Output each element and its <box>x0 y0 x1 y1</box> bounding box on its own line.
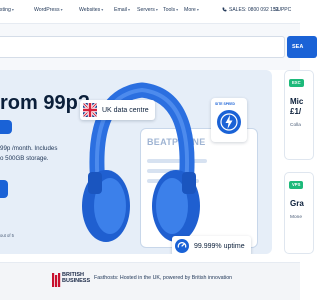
rating-text: out of 5 <box>0 233 14 238</box>
site-speed-card: SITE SPEED <box>211 98 247 142</box>
sales-phone-link[interactable]: SALES: 0800 092 151 <box>222 7 279 13</box>
chevron-down-icon: ▾ <box>155 7 158 12</box>
search-button[interactable]: SEA <box>287 36 317 58</box>
hero-price-tag <box>0 120 12 134</box>
chevron-down-icon: ▾ <box>196 7 199 12</box>
card-price: £1/ <box>290 107 302 116</box>
site-speed-label: SITE SPEED <box>215 102 235 106</box>
speed-circle <box>217 110 241 134</box>
chevron-down-icon: ▾ <box>101 7 104 12</box>
chevron-down-icon: ▾ <box>11 7 14 12</box>
nav-item-websites[interactable]: Websites▾ <box>79 7 103 13</box>
card-subtitle: Mone <box>290 215 302 220</box>
product-card-microsoft[interactable]: EXC Mic £1/ Colla <box>284 70 314 160</box>
search-section: SEA <box>0 24 317 70</box>
card-tag: VPS <box>289 181 304 189</box>
top-navigation: osting▾ WordPress▾ Websites▾ Email▾ Serv… <box>0 0 300 24</box>
phone-icon <box>222 7 227 12</box>
nav-item-email[interactable]: Email▾ <box>114 7 130 13</box>
footer-tagline: Fasthosts: Hosted in the UK, powered by … <box>94 275 233 281</box>
nav-item-more[interactable]: More▾ <box>184 7 199 13</box>
lightning-icon <box>220 113 238 131</box>
product-card-vps[interactable]: VPS Gra Mone <box>284 172 314 254</box>
british-business-strip: BRITISH BUSINESS Fasthosts: Hosted in th… <box>0 262 300 300</box>
chevron-down-icon: ▾ <box>127 7 130 12</box>
nav-item-servers[interactable]: Servers▾ <box>137 7 158 13</box>
chevron-down-icon: ▾ <box>60 7 63 12</box>
nav-item-wordpress[interactable]: WordPress▾ <box>34 7 63 13</box>
uk-data-centre-badge: UK data centre <box>80 100 155 120</box>
nav-item-hosting[interactable]: osting▾ <box>0 7 14 13</box>
hero-banner: rom 99p? 99p /month. Includes o 500GB st… <box>0 70 272 254</box>
uptime-badge: 99.999% uptime <box>172 236 251 254</box>
british-business-wordmark: BRITISH BUSINESS <box>62 272 91 284</box>
gauge-icon <box>175 239 189 253</box>
card-tag: EXC <box>289 79 304 87</box>
support-link[interactable]: SUPPC <box>274 7 291 13</box>
hero-cta-button[interactable] <box>0 180 8 198</box>
domain-search-input[interactable] <box>0 36 285 58</box>
card-title: Mic <box>290 97 304 106</box>
card-title: Gra <box>290 199 304 208</box>
chevron-down-icon: ▾ <box>176 7 179 12</box>
card-subtitle: Colla <box>290 123 301 128</box>
uk-flag-icon <box>83 103 97 117</box>
nav-item-tools[interactable]: Tools▾ <box>163 7 178 13</box>
